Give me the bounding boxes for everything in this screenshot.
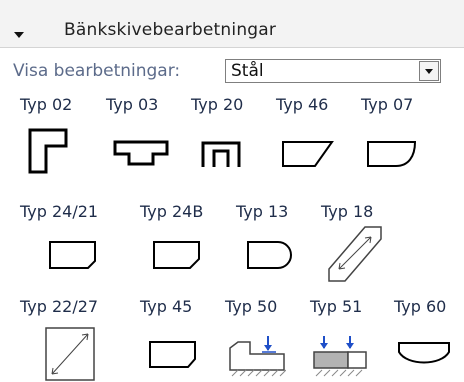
slot-edge-icon[interactable] (113, 138, 169, 168)
type-label-typ-13: Typ 13 (236, 202, 289, 221)
rounded-corner-icon[interactable] (366, 139, 418, 169)
bevel-edge-icon[interactable] (148, 339, 198, 371)
type-label-typ-60: Typ 60 (394, 297, 447, 316)
curved-bottom-icon[interactable] (397, 340, 451, 368)
chevron-down-icon (425, 69, 433, 74)
filter-label: Visa bearbetningar: (13, 61, 181, 81)
type-label-typ-24b: Typ 24B (140, 202, 204, 221)
panel-title: Bänkskivebearbetningar (64, 20, 277, 40)
type-label-typ-18: Typ 18 (321, 202, 374, 221)
type-label-typ-22-27: Typ 22/27 (20, 297, 99, 316)
u-profile-icon[interactable] (200, 139, 242, 169)
step-down-arrow-icon[interactable] (228, 334, 286, 378)
type-label-typ-20: Typ 20 (191, 95, 244, 114)
corner-cut-icon[interactable] (28, 128, 68, 174)
collapse-triangle-icon[interactable] (14, 32, 24, 38)
half-round-edge-icon[interactable] (246, 239, 298, 271)
type-label-typ-24-21: Typ 24/21 (20, 202, 99, 221)
diagonal-measure-icon[interactable] (327, 225, 383, 283)
top-strip (0, 0, 464, 11)
type-label-typ-45: Typ 45 (140, 297, 193, 316)
type-label-typ-03: Typ 03 (106, 95, 159, 114)
material-select-value: Stål (231, 61, 264, 81)
material-select[interactable]: Stål (225, 59, 441, 83)
type-label-typ-46: Typ 46 (276, 95, 329, 114)
bevel-left-edge-icon[interactable] (48, 239, 98, 271)
dropdown-button[interactable] (419, 61, 439, 81)
type-label-typ-07: Typ 07 (361, 95, 414, 114)
double-arrow-block-icon[interactable] (312, 334, 368, 378)
type-label-typ-51: Typ 51 (310, 297, 363, 316)
bevel-right-edge-icon[interactable] (152, 239, 202, 271)
angled-edge-icon[interactable] (281, 139, 335, 169)
type-label-typ-50: Typ 50 (225, 297, 278, 316)
type-label-typ-02: Typ 02 (20, 95, 73, 114)
panel-header[interactable]: Bänkskivebearbetningar (0, 11, 464, 48)
diagonal-arrow-icon[interactable] (44, 326, 96, 382)
